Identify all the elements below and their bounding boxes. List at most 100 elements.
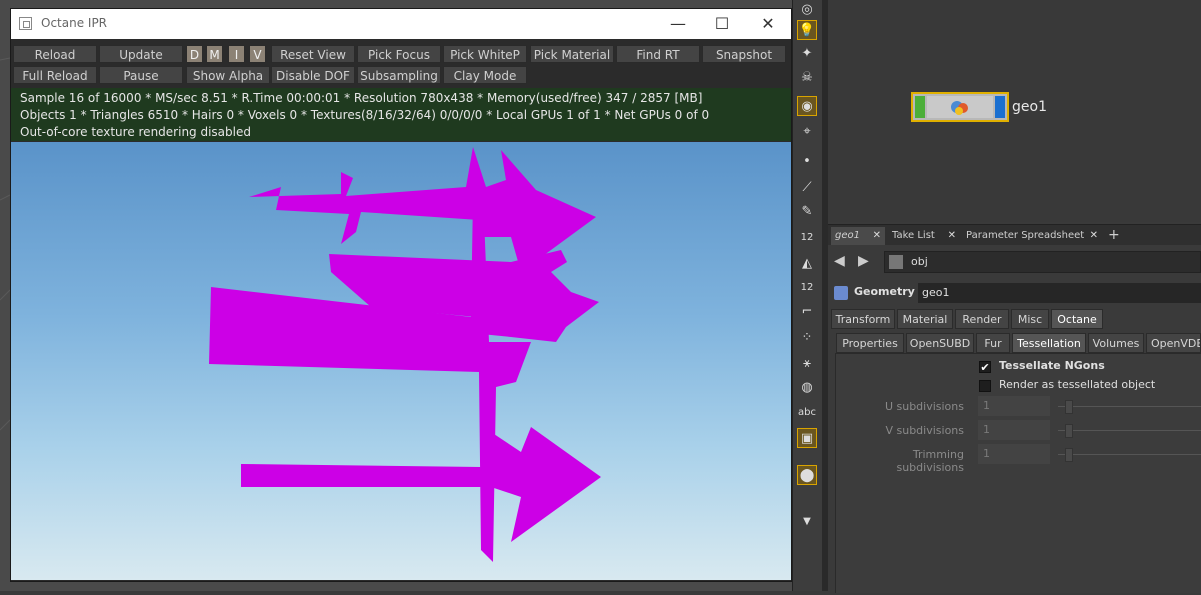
camera-icon[interactable]: ◉ — [797, 96, 817, 116]
shelf-tool-column: ◎ 💡 ✦ ☠ ◉ ⌖ • ⟋ ✎ 12 ◭ 12 ⌐ ⁘ ⚹ ◍ abc ▣ … — [792, 0, 823, 591]
tessellate-ngons-label: Tessellate NGons — [999, 359, 1105, 372]
v-subdivisions-field[interactable]: 1 — [978, 420, 1050, 440]
status-line-objects: Objects 1 * Triangles 6510 * Hairs 0 * V… — [20, 108, 710, 122]
bucket-icon[interactable]: ◭ — [797, 254, 817, 274]
close-tab-icon[interactable]: ✕ — [873, 227, 881, 245]
forward-arrow-icon[interactable]: ▶ — [858, 253, 869, 269]
network-editor[interactable]: geo1 — [828, 0, 1201, 222]
pick-focus-button[interactable]: Pick Focus — [357, 45, 441, 63]
tab-geo1[interactable]: geo1 ✕ — [831, 227, 885, 245]
sun-icon[interactable]: ◎ — [797, 0, 817, 20]
minimize-button[interactable]: — — [655, 9, 701, 39]
status-line-texture: Out-of-core texture rendering disabled — [20, 125, 251, 139]
tab-openvdb[interactable]: OpenVDB — [1146, 333, 1201, 353]
number-12b-icon[interactable]: 12 — [797, 278, 817, 298]
node-name-field[interactable]: geo1 — [918, 283, 1201, 303]
maximize-button[interactable]: ☐ — [699, 9, 745, 39]
number-12-icon[interactable]: 12 — [797, 228, 817, 248]
network-path-field[interactable]: obj — [884, 251, 1201, 273]
close-tab-icon[interactable]: ✕ — [948, 227, 956, 245]
status-line-sample: Sample 16 of 16000 * MS/sec 8.51 * R.Tim… — [20, 91, 703, 105]
m-toggle-button[interactable]: M — [206, 45, 223, 63]
nodes-icon[interactable]: ⁘ — [797, 328, 817, 348]
node-header-row: Geometry geo1 — [828, 283, 1201, 305]
v-subdivisions-knob[interactable] — [1065, 424, 1073, 438]
tessellate-ngons-checkbox[interactable]: ✔ — [979, 361, 991, 373]
trimming-subdivisions-field[interactable]: 1 — [978, 444, 1050, 464]
trimming-subdivisions-knob[interactable] — [1065, 448, 1073, 462]
tessellation-parameters: ✔ Tessellate NGons Render as tessellated… — [835, 353, 1201, 593]
branch-icon[interactable]: ⚹ — [797, 354, 817, 374]
node-display-flag[interactable] — [915, 96, 925, 118]
pin-icon[interactable]: ⬤ — [797, 465, 817, 485]
tab-misc[interactable]: Misc — [1011, 309, 1049, 329]
skull-icon[interactable]: ☠ — [797, 68, 817, 88]
v-subdivisions-slider[interactable] — [1058, 430, 1201, 431]
pen-icon[interactable]: ✎ — [797, 202, 817, 222]
pause-button[interactable]: Pause — [99, 66, 183, 84]
tab-take-list-label: Take List — [892, 230, 935, 241]
tab-fur[interactable]: Fur — [976, 333, 1010, 353]
u-subdivisions-field[interactable]: 1 — [978, 396, 1050, 416]
u-subdivisions-label: U subdivisions — [884, 400, 964, 413]
tab-parameter-spreadsheet-label: Parameter Spreadsheet — [966, 230, 1085, 241]
v-subdivisions-label: V subdivisions — [885, 424, 964, 437]
node-body[interactable] — [927, 96, 993, 118]
abc-icon[interactable]: abc — [797, 403, 817, 423]
scroll-down-icon[interactable]: ▼ — [797, 512, 817, 532]
reload-button[interactable]: Reload — [13, 45, 97, 63]
subsampling-button[interactable]: Subsampling — [357, 66, 441, 84]
snapshot-button[interactable]: Snapshot — [702, 45, 786, 63]
node-label: geo1 — [1012, 99, 1047, 115]
trimming-subdivisions-label: Trimming subdivisions — [896, 448, 964, 474]
window-title: Octane IPR — [41, 16, 108, 30]
node-render-flag[interactable] — [995, 96, 1005, 118]
d-toggle-button[interactable]: D — [186, 45, 203, 63]
tab-octane[interactable]: Octane — [1051, 309, 1103, 329]
tab-material[interactable]: Material — [897, 309, 953, 329]
u-subdivisions-knob[interactable] — [1065, 400, 1073, 414]
add-tab-button[interactable]: + — [1104, 227, 1122, 245]
tab-tessellation[interactable]: Tessellation — [1012, 333, 1086, 353]
tab-transform[interactable]: Transform — [831, 309, 895, 329]
close-button[interactable]: ✕ — [745, 9, 791, 39]
light-icon[interactable]: ✦ — [797, 44, 817, 64]
full-reload-button[interactable]: Full Reload — [13, 66, 97, 84]
back-arrow-icon[interactable]: ◀ — [834, 253, 845, 269]
trimming-subdivisions-slider[interactable] — [1058, 454, 1201, 455]
show-alpha-button[interactable]: Show Alpha — [186, 66, 270, 84]
parameter-pane: geo1 ✕ Take List ✕ Parameter Spreadsheet… — [828, 224, 1201, 593]
lightbulb-icon[interactable]: 💡 — [797, 20, 817, 40]
line-icon[interactable]: ⟋ — [797, 178, 817, 198]
v-toggle-button[interactable]: V — [249, 45, 266, 63]
render-tessellated-label: Render as tessellated object — [999, 378, 1156, 391]
render-viewport[interactable] — [11, 142, 791, 580]
ipr-titlebar[interactable]: Octane IPR — ☐ ✕ — [11, 9, 791, 39]
pick-whitepoint-button[interactable]: Pick WhiteP — [443, 45, 527, 63]
tab-take-list[interactable]: Take List ✕ — [888, 227, 960, 245]
disable-dof-button[interactable]: Disable DOF — [271, 66, 355, 84]
close-tab-icon[interactable]: ✕ — [1090, 227, 1098, 245]
geometry-type-icon — [834, 286, 848, 300]
u-subdivisions-slider[interactable] — [1058, 406, 1201, 407]
camera-outline-icon[interactable]: ⌖ — [797, 122, 817, 142]
pick-material-button[interactable]: Pick Material — [530, 45, 614, 63]
tab-volumes[interactable]: Volumes — [1088, 333, 1144, 353]
tab-opensubd[interactable]: OpenSUBD — [906, 333, 974, 353]
update-button[interactable]: Update — [99, 45, 183, 63]
render-tessellated-checkbox[interactable] — [979, 380, 991, 392]
circle-icon[interactable]: ◍ — [797, 378, 817, 398]
point-icon[interactable]: • — [797, 152, 817, 172]
tab-properties[interactable]: Properties — [836, 333, 904, 353]
image-icon[interactable]: ▣ — [797, 428, 817, 448]
tab-parameter-spreadsheet[interactable]: Parameter Spreadsheet ✕ — [962, 227, 1102, 245]
curve-icon[interactable]: ⌐ — [797, 302, 817, 322]
tab-geo1-label: geo1 — [835, 230, 860, 241]
tab-render[interactable]: Render — [955, 309, 1009, 329]
reset-view-button[interactable]: Reset View — [271, 45, 355, 63]
find-rt-button[interactable]: Find RT — [616, 45, 700, 63]
i-toggle-button[interactable]: I — [228, 45, 245, 63]
geo1-node[interactable] — [911, 92, 1009, 122]
render-status-panel: Sample 16 of 16000 * MS/sec 8.51 * R.Tim… — [11, 88, 791, 141]
clay-mode-button[interactable]: Clay Mode — [443, 66, 527, 84]
